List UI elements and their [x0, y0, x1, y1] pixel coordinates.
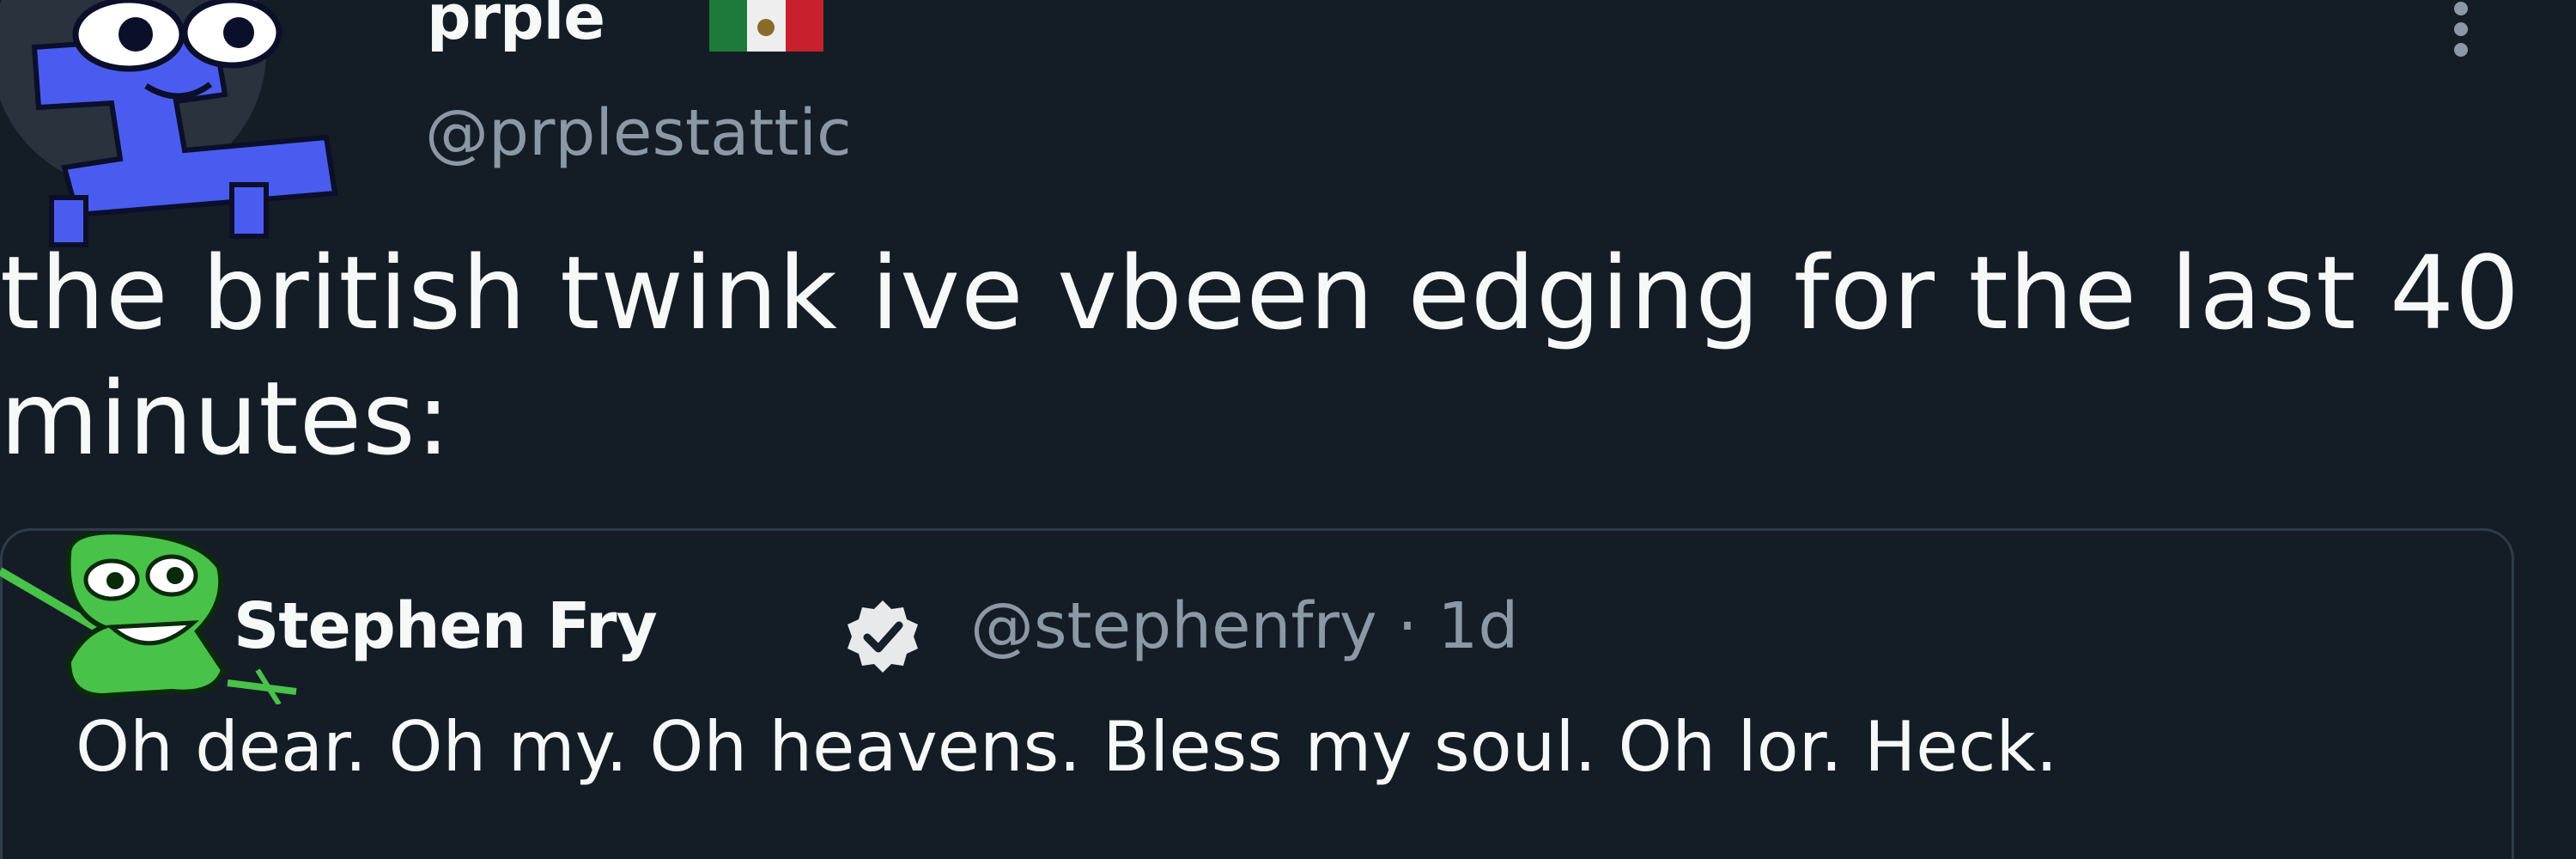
user-handle[interactable]: @prplestattic	[425, 96, 852, 170]
separator-dot: ·	[1397, 589, 1418, 663]
quoted-handle-time[interactable]: @stephenfry · 1d	[970, 589, 1518, 663]
quoted-tweet-text: Oh dear. Oh my. Oh heavens. Bless my sou…	[76, 707, 2058, 787]
quoted-timestamp[interactable]: 1d	[1437, 589, 1518, 663]
more-vertical-icon[interactable]	[2445, 0, 2476, 60]
verified-badge-icon	[843, 597, 922, 676]
quoted-handle[interactable]: @stephenfry	[970, 589, 1377, 663]
tweet-card[interactable]: prple @prplestattic the british twink iv…	[0, 0, 2576, 859]
user-display-name[interactable]: prple	[427, 0, 605, 53]
quoted-display-name[interactable]: Stephen Fry	[234, 589, 658, 663]
mexico-flag-icon	[709, 0, 823, 52]
user-avatar[interactable]	[0, 0, 343, 249]
tweet-text: the british twink ive vbeen edging for t…	[0, 234, 2521, 478]
quoted-tweet-card[interactable]	[0, 528, 2514, 859]
